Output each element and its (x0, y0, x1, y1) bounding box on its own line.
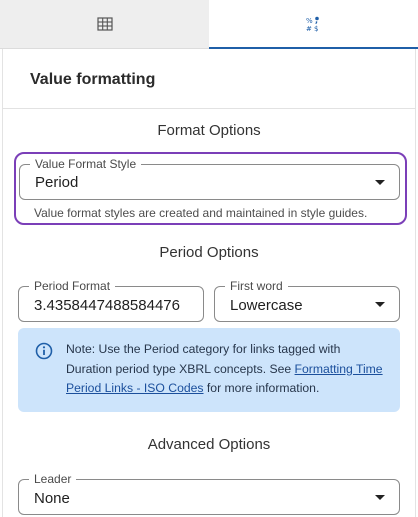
leader-select[interactable]: Leader None (18, 471, 400, 515)
value-format-style-value: Period (35, 174, 79, 191)
value-format-style-helper: Value format styles are created and main… (34, 206, 368, 220)
leader-value: None (34, 490, 70, 507)
period-options-heading: Period Options (159, 244, 259, 261)
period-format-input[interactable]: Period Format 3.4358447488584476 (18, 278, 204, 322)
first-word-label: First word (225, 278, 288, 294)
chevron-down-icon (375, 180, 385, 185)
info-icon (35, 342, 53, 360)
info-alert: Note: Use the Period category for links … (18, 328, 400, 412)
leader-label: Leader (29, 471, 77, 487)
tab-number-format[interactable]: % , # $ (209, 0, 418, 49)
tab-table[interactable] (0, 0, 209, 48)
first-word-value: Lowercase (230, 297, 303, 314)
period-format-label: Period Format (29, 278, 116, 294)
period-format-value: 3.4358447488584476 (34, 297, 180, 314)
chevron-down-icon (375, 302, 385, 307)
svg-text:#: # (306, 25, 312, 33)
title-divider (2, 108, 416, 109)
number-format-icon: % , # $ (306, 16, 319, 33)
info-message: Note: Use the Period category for links … (66, 340, 386, 399)
value-format-style-select[interactable]: Value Format Style Period (19, 156, 400, 200)
svg-text:$: $ (314, 25, 318, 33)
panel-title: Value formatting (30, 71, 156, 88)
first-word-select[interactable]: First word Lowercase (214, 278, 400, 322)
format-options-heading: Format Options (157, 122, 261, 139)
svg-text:%: % (306, 17, 313, 25)
value-format-style-label: Value Format Style (30, 156, 142, 172)
chevron-down-icon (375, 495, 385, 500)
info-text-after: for more information. (203, 381, 320, 395)
advanced-options-heading: Advanced Options (147, 436, 271, 453)
tab-bar: % , # $ (0, 0, 418, 49)
table-grid-icon (96, 17, 113, 31)
